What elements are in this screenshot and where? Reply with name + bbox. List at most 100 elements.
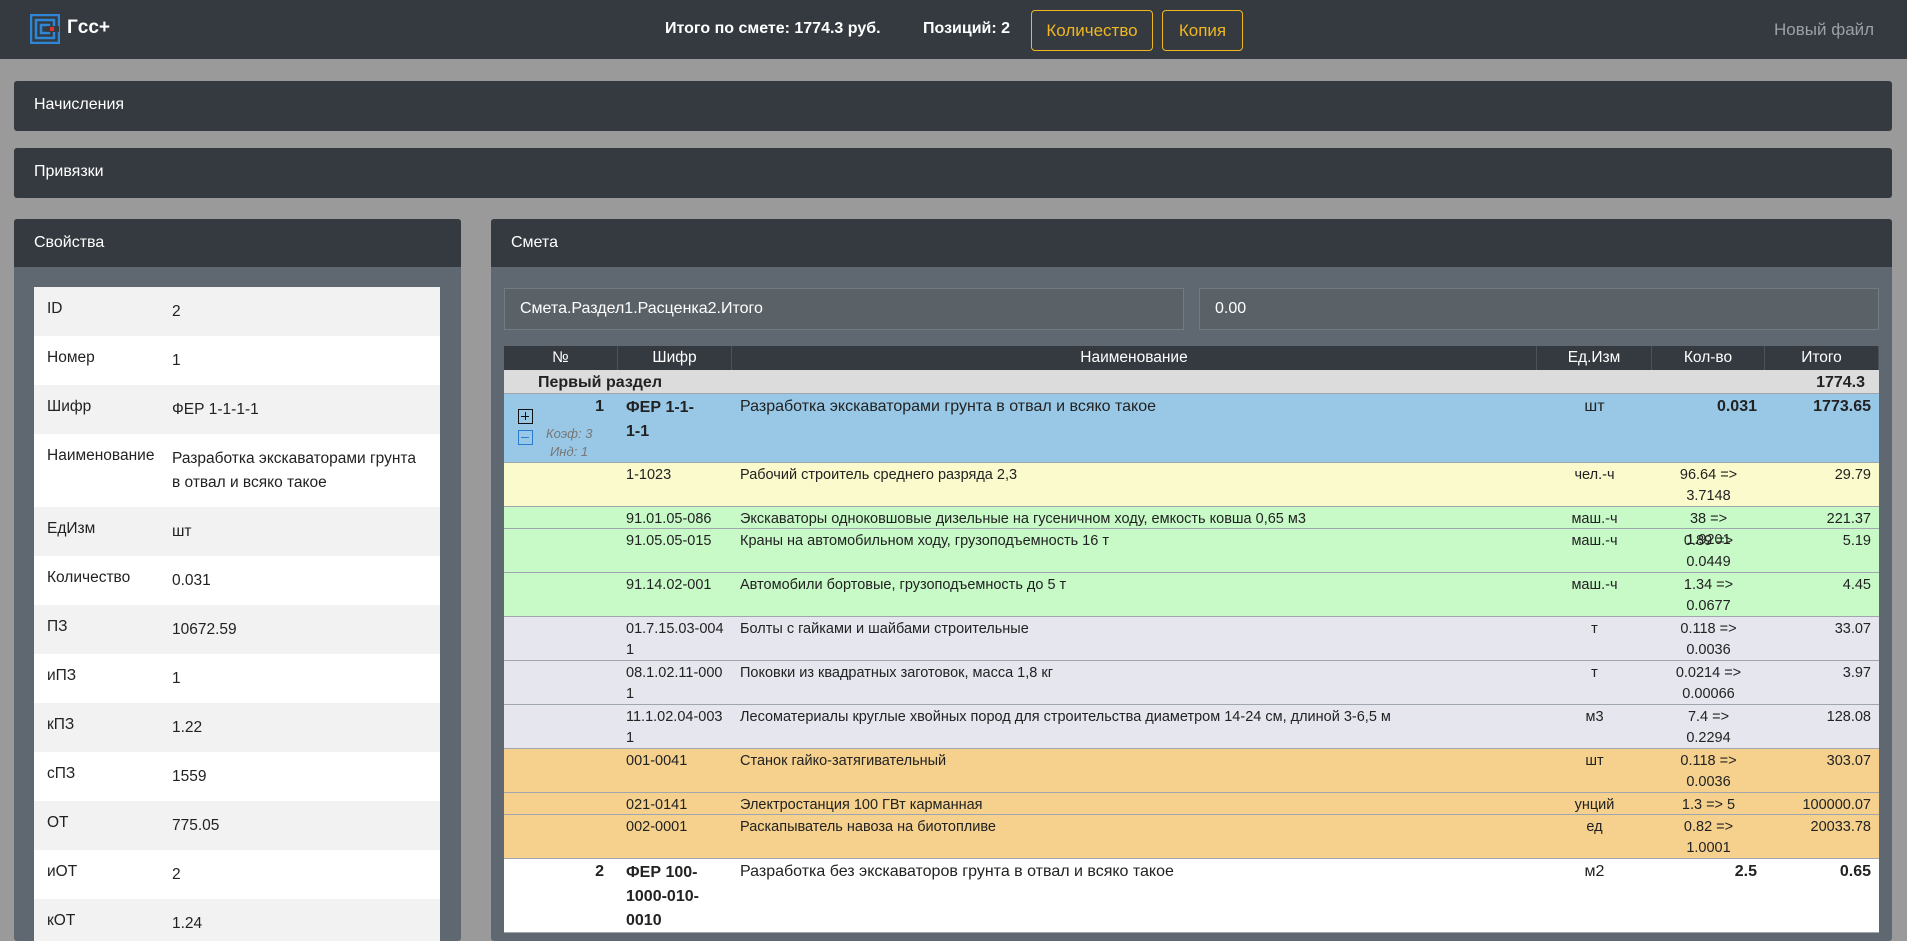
resource-name: Болты с гайками и шайбами строительные <box>740 621 1029 637</box>
section-total: 1774.3 <box>1816 374 1865 391</box>
collapse-minus-icon[interactable] <box>518 430 533 445</box>
resource-code: 08.1.02.11-0001 <box>626 665 723 702</box>
property-value[interactable]: 2 <box>172 863 440 899</box>
grid-header: № Шифр Наименование Ед.Изм Кол-во Итого <box>504 346 1879 370</box>
app-brand[interactable]: Гсс+ <box>67 17 110 39</box>
property-value[interactable]: Разработка экскаваторами грунта в отвал … <box>172 447 440 507</box>
estimate-total: Итого по смете: 1774.3 руб. <box>665 20 881 37</box>
property-row[interactable]: ОТ 775.05 <box>34 801 440 850</box>
property-row[interactable]: ЕдИзм шт <box>34 507 440 556</box>
accruals-card-header[interactable]: Начисления <box>14 81 1892 131</box>
property-value[interactable]: 1559 <box>172 765 440 801</box>
resource-name: Станок гайко-затягивательный <box>740 753 947 769</box>
estimate-row-2[interactable]: 2 ФЕР 100-1000-010-0010 Разработка без э… <box>504 859 1879 933</box>
property-row[interactable]: кОТ 1.24 <box>34 899 440 941</box>
resource-row[interactable]: 11.1.02.04-0031 Лесоматериалы круглые хво… <box>504 705 1879 749</box>
resource-code: 002-0001 <box>626 819 688 835</box>
property-key: ID <box>47 300 63 317</box>
resource-row[interactable]: 002-0001 Раскапыватель навоза на биотопли… <box>504 815 1879 859</box>
resource-blank <box>504 617 618 660</box>
resource-row[interactable]: 91.14.02-001 Автомобили бортовые, грузопо… <box>504 573 1879 617</box>
property-key: кОТ <box>47 912 76 929</box>
col-header-unit[interactable]: Ед.Изм <box>1537 346 1652 370</box>
property-row[interactable]: кПЗ 1.22 <box>34 703 440 752</box>
app-logo-icon[interactable] <box>30 14 60 44</box>
resource-code: 1-1023 <box>626 467 672 483</box>
resource-total: 128.08 <box>1826 709 1871 725</box>
resource-qty: 0.118 => 0.0036 <box>1680 621 1737 658</box>
resource-qty: 1.3 => 5 <box>1681 797 1736 813</box>
property-value[interactable]: 1 <box>172 667 440 703</box>
property-value[interactable]: ФЕР 1-1-1-1 <box>172 398 440 434</box>
resource-qty: 0.118 => 0.0036 <box>1680 753 1737 790</box>
property-value[interactable]: 10672.59 <box>172 618 440 654</box>
property-value[interactable]: 1.22 <box>172 716 440 752</box>
resource-qty: 96.64 => 3.7148 <box>1679 467 1738 504</box>
resource-unit: маш.-ч <box>1571 577 1618 593</box>
property-row[interactable]: сПЗ 1559 <box>34 752 440 801</box>
row-code: ФЕР 1-1-1-1 <box>626 399 694 440</box>
property-value[interactable]: 0.031 <box>172 569 440 605</box>
resource-unit: т <box>1591 621 1598 637</box>
expand-plus-icon[interactable] <box>518 409 533 424</box>
row-name: Разработка без экскаваторов грунта в отв… <box>740 863 1174 880</box>
resource-total: 29.79 <box>1834 467 1871 483</box>
links-card-header[interactable]: Привязки <box>14 148 1892 198</box>
properties-table: ID 2 Номер 1 Шифр ФЕР 1-1-1-1 Наименование Разр… <box>34 287 440 941</box>
section-row[interactable]: Первый раздел 1774.3 <box>504 370 1879 394</box>
col-header-code[interactable]: Шифр <box>618 346 732 370</box>
property-row[interactable]: иОТ 2 <box>34 850 440 899</box>
property-row[interactable]: ID 2 <box>34 287 440 336</box>
resource-blank <box>504 815 618 858</box>
resource-row[interactable]: 001-0041 Станок гайко-затягивательный шт 0.… <box>504 749 1879 793</box>
path-field[interactable] <box>504 288 1184 330</box>
col-header-total[interactable]: Итого <box>1765 346 1879 370</box>
resource-unit: маш.-ч <box>1571 511 1618 527</box>
copy-button[interactable]: Копия <box>1162 10 1243 51</box>
resource-total: 20033.78 <box>1810 819 1871 835</box>
property-row[interactable]: Шифр ФЕР 1-1-1-1 <box>34 385 440 434</box>
col-header-name[interactable]: Наименование <box>732 346 1537 370</box>
property-value[interactable]: 2 <box>172 300 440 336</box>
quantity-button[interactable]: Количество <box>1031 10 1153 51</box>
property-value[interactable]: 1 <box>172 349 440 385</box>
resource-total: 4.45 <box>1842 577 1871 593</box>
resource-unit: шт <box>1585 753 1604 769</box>
resource-row[interactable]: 91.01.05-086 Экскаваторы одноковшовые диз… <box>504 507 1879 548</box>
resource-qty: 0.82 => 1.0001 <box>1683 819 1734 856</box>
property-row[interactable]: Количество 0.031 <box>34 556 440 605</box>
resource-row[interactable]: 08.1.02.11-0001 Поковки из квадратных заг… <box>504 661 1879 705</box>
property-key: Шифр <box>47 398 92 415</box>
col-header-qty[interactable]: Кол-во <box>1652 346 1765 370</box>
row-total: 1773.65 <box>1813 398 1871 415</box>
property-value[interactable]: шт <box>172 520 440 556</box>
property-key: ПЗ <box>47 618 68 635</box>
resource-row[interactable]: 91.05.05-015 Краны на автомобильном ходу,… <box>504 529 1879 573</box>
resource-row[interactable]: 021-0141 Электростанция 100 ГВт карманная… <box>504 793 1879 815</box>
row-unit: шт <box>1584 398 1605 415</box>
col-header-no[interactable]: № <box>504 346 618 370</box>
value-field[interactable] <box>1199 288 1879 330</box>
estimate-title: Смета <box>491 219 1892 267</box>
property-row[interactable]: Наименование Разработка экскаваторами гру… <box>34 434 440 507</box>
new-file-link[interactable]: Новый файл <box>1774 20 1874 40</box>
resource-total: 5.19 <box>1842 533 1871 549</box>
resource-row[interactable]: 01.7.15.03-0041 Болты с гайками и шайбами… <box>504 617 1879 661</box>
property-value[interactable]: 1.24 <box>172 912 440 941</box>
property-value[interactable]: 775.05 <box>172 814 440 850</box>
row-number: 1 <box>595 398 604 415</box>
estimate-row-1[interactable]: 1 Коэф: 3 Инд: 1 ФЕР 1-1-1-1 Разработка … <box>504 394 1879 463</box>
positions-count: Позиций: 2 <box>923 20 1011 37</box>
property-row[interactable]: Номер 1 <box>34 336 440 385</box>
property-key: ЕдИзм <box>47 520 96 537</box>
property-key: иПЗ <box>47 667 77 684</box>
resource-blank <box>504 749 618 792</box>
resource-row[interactable]: 1-1023 Рабочий строитель среднего разряда… <box>504 463 1879 507</box>
property-row[interactable]: иПЗ 1 <box>34 654 440 703</box>
properties-title: Свойства <box>14 219 461 267</box>
resource-total: 221.37 <box>1826 511 1871 527</box>
resource-unit: чел.-ч <box>1574 467 1615 483</box>
resource-qty: 7.4 => 0.2294 <box>1686 709 1731 746</box>
row-total: 0.65 <box>1839 863 1871 880</box>
property-row[interactable]: ПЗ 10672.59 <box>34 605 440 654</box>
